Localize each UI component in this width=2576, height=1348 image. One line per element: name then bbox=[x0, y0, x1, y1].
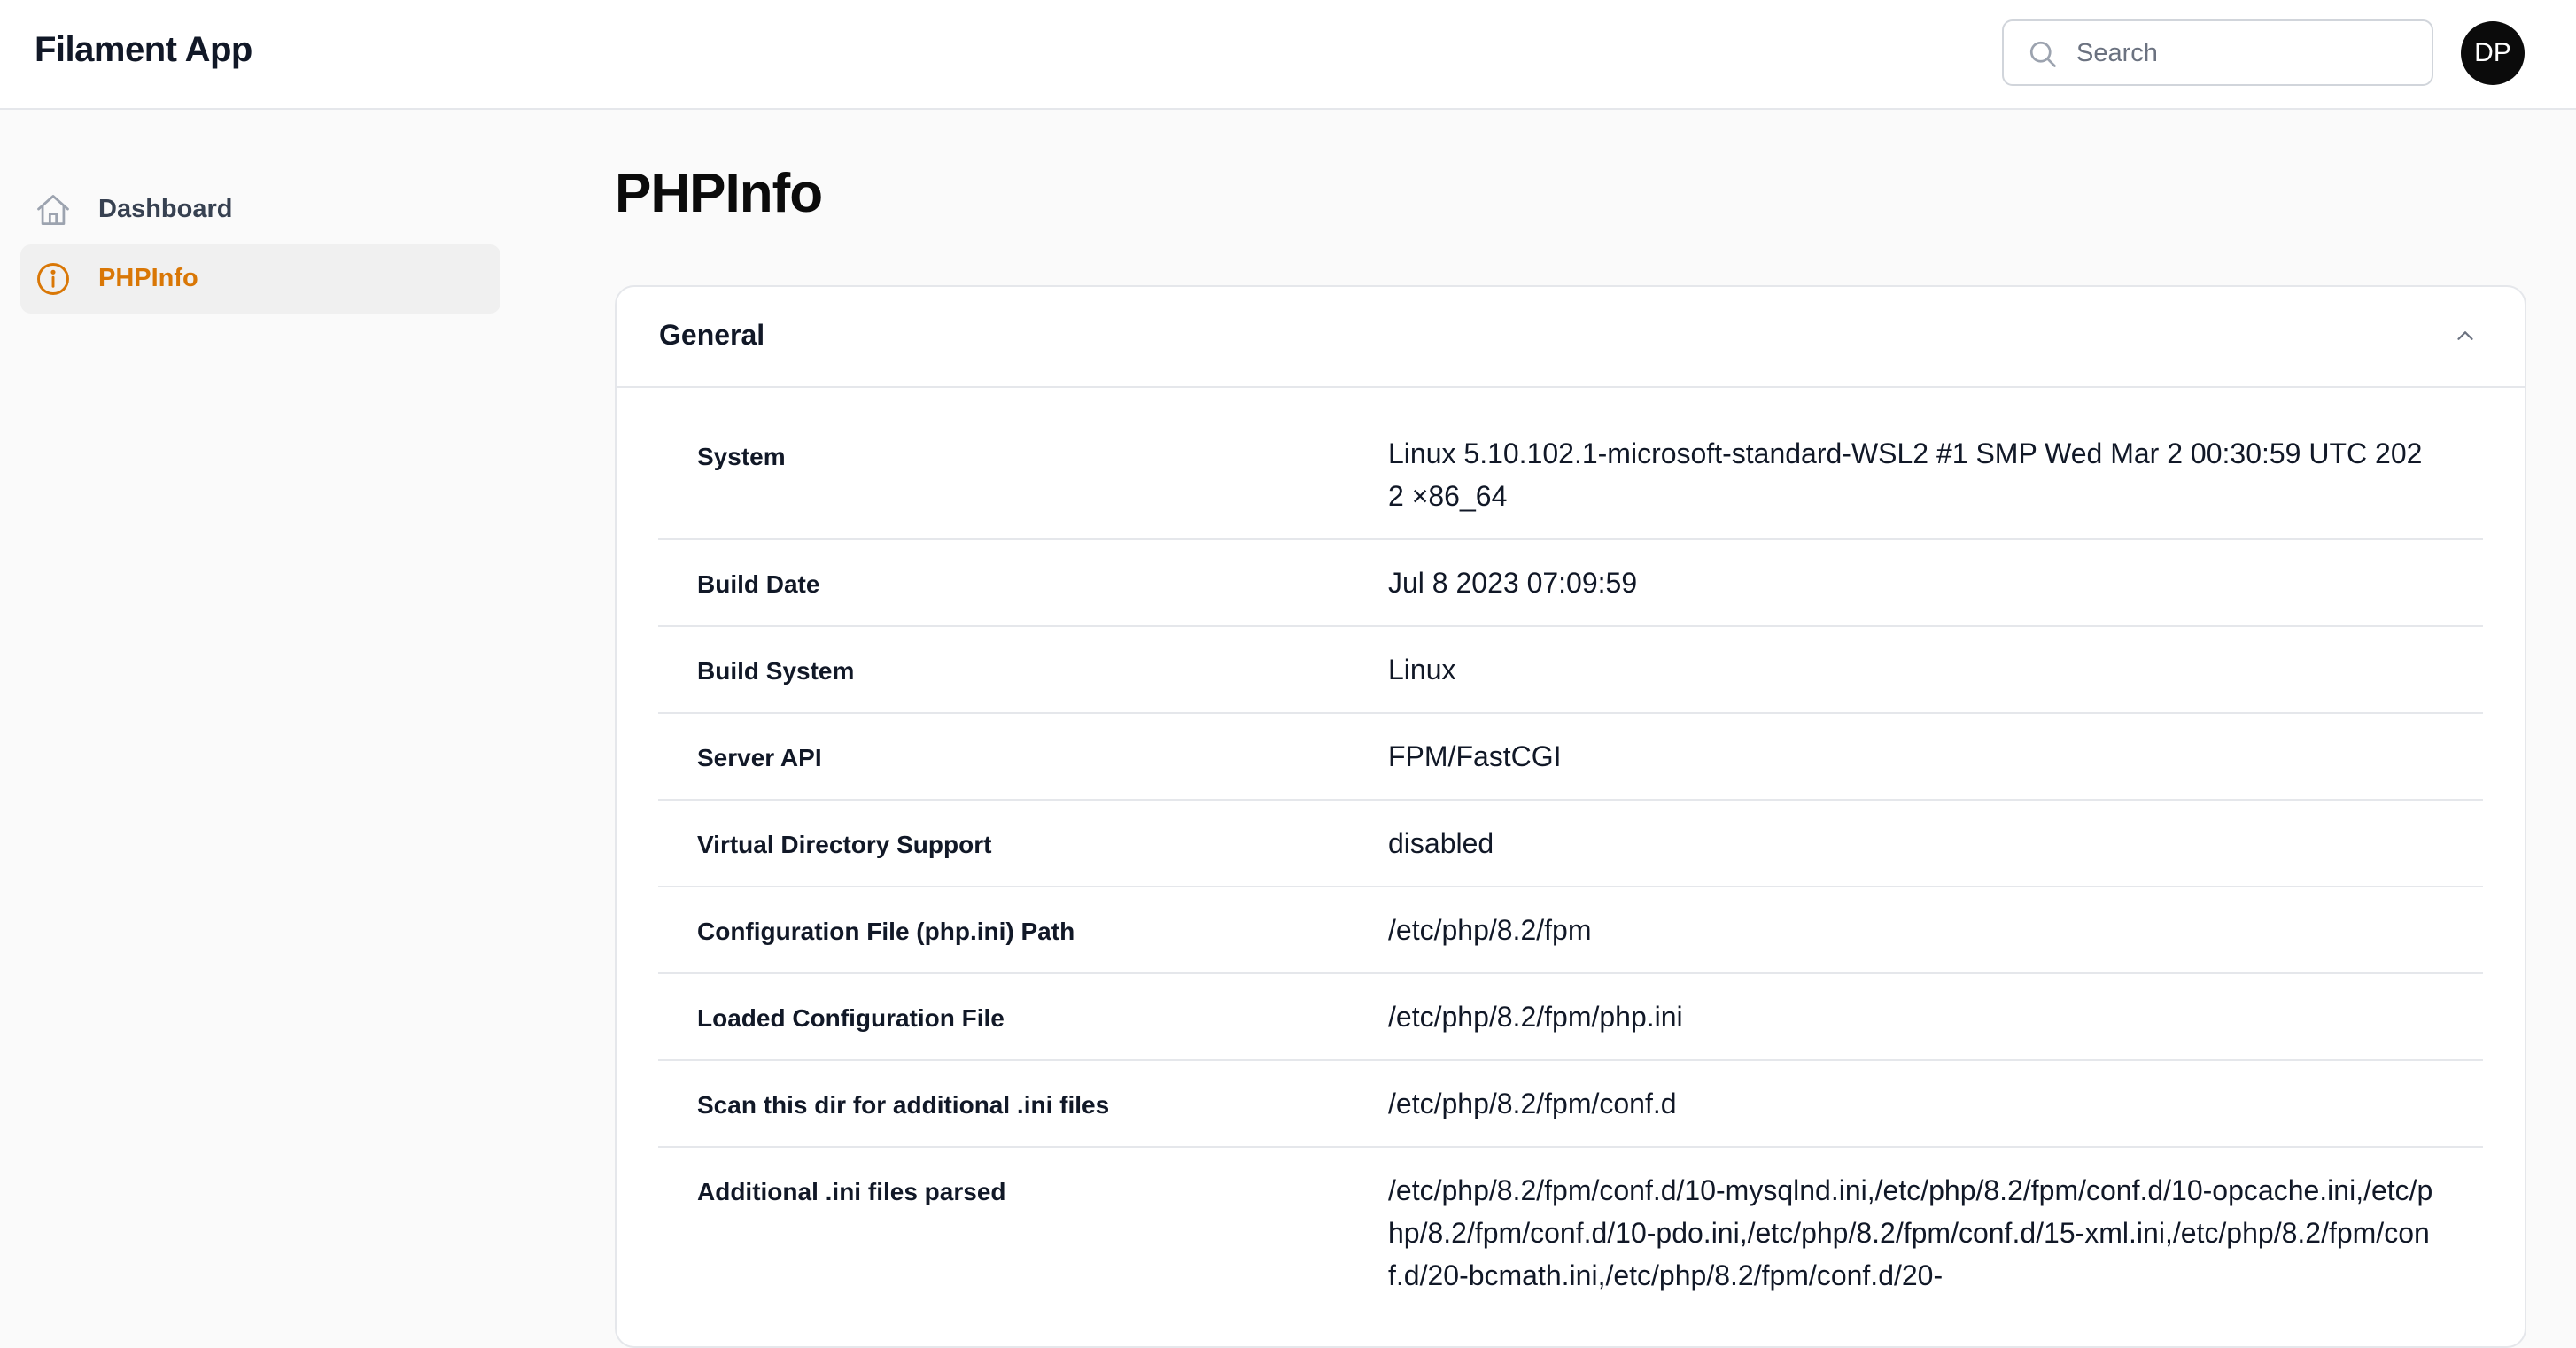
table-row: Additional .ini files parsed /etc/php/8.… bbox=[658, 1148, 2483, 1343]
row-key: Loaded Configuration File bbox=[697, 1004, 1005, 1032]
home-icon bbox=[37, 195, 69, 225]
table-row: Build System Linux bbox=[658, 627, 2483, 714]
search-input[interactable] bbox=[2075, 21, 2424, 86]
row-value: /etc/php/8.2/fpm/php.ini bbox=[1388, 1001, 1683, 1033]
row-key: System bbox=[697, 443, 786, 470]
info-circle-icon bbox=[37, 263, 69, 295]
row-key: Virtual Directory Support bbox=[697, 831, 992, 858]
top-bar: Filament App DP bbox=[0, 0, 2576, 110]
row-key: Scan this dir for additional .ini files bbox=[697, 1091, 1110, 1119]
row-key: Build System bbox=[697, 657, 855, 685]
row-key: Build Date bbox=[697, 570, 820, 598]
app-title[interactable]: Filament App bbox=[35, 30, 252, 70]
section-header[interactable]: General bbox=[617, 287, 2525, 388]
row-value: Jul 8 2023 07:09:59 bbox=[1388, 567, 1638, 599]
info-table: System Linux 5.10.102.1-microsoft-standa… bbox=[658, 411, 2483, 1343]
sidebar-item-label: Dashboard bbox=[98, 195, 233, 223]
sidebar-item-dashboard[interactable]: Dashboard bbox=[20, 175, 500, 244]
row-value: /etc/php/8.2/fpm bbox=[1388, 914, 1592, 946]
row-value: Linux 5.10.102.1-microsoft-standard-WSL2… bbox=[1388, 438, 2423, 512]
table-row: System Linux 5.10.102.1-microsoft-standa… bbox=[658, 411, 2483, 540]
search-icon bbox=[2029, 41, 2056, 67]
row-value: disabled bbox=[1388, 827, 1494, 859]
table-row: Scan this dir for additional .ini files … bbox=[658, 1061, 2483, 1148]
row-value: /etc/php/8.2/fpm/conf.d/10-mysqlnd.ini,/… bbox=[1388, 1174, 2433, 1291]
row-value: Linux bbox=[1388, 654, 1456, 686]
search-box[interactable] bbox=[2002, 19, 2433, 86]
section-title: General bbox=[659, 319, 765, 351]
row-key: Additional .ini files parsed bbox=[697, 1178, 1006, 1205]
table-row: Server API FPM/FastCGI bbox=[658, 714, 2483, 801]
row-key: Configuration File (php.ini) Path bbox=[697, 918, 1075, 945]
sidebar-item-label: PHPInfo bbox=[98, 264, 198, 292]
table-row: Configuration File (php.ini) Path /etc/p… bbox=[658, 887, 2483, 974]
user-avatar[interactable]: DP bbox=[2461, 21, 2525, 85]
sidebar: Dashboard PHPInfo bbox=[0, 110, 531, 1316]
sidebar-item-phpinfo[interactable]: PHPInfo bbox=[20, 244, 500, 314]
table-row: Virtual Directory Support disabled bbox=[658, 801, 2483, 887]
row-value: /etc/php/8.2/fpm/conf.d bbox=[1388, 1088, 1677, 1119]
chevron-up-icon[interactable] bbox=[2452, 322, 2479, 349]
page-title: PHPInfo bbox=[615, 163, 823, 224]
table-row: Loaded Configuration File /etc/php/8.2/f… bbox=[658, 974, 2483, 1061]
row-value: FPM/FastCGI bbox=[1388, 740, 1562, 772]
table-row: Build Date Jul 8 2023 07:09:59 bbox=[658, 540, 2483, 627]
row-key: Server API bbox=[697, 744, 822, 771]
general-section-card: General System Linux 5.10.102.1-microsof… bbox=[615, 285, 2526, 1348]
